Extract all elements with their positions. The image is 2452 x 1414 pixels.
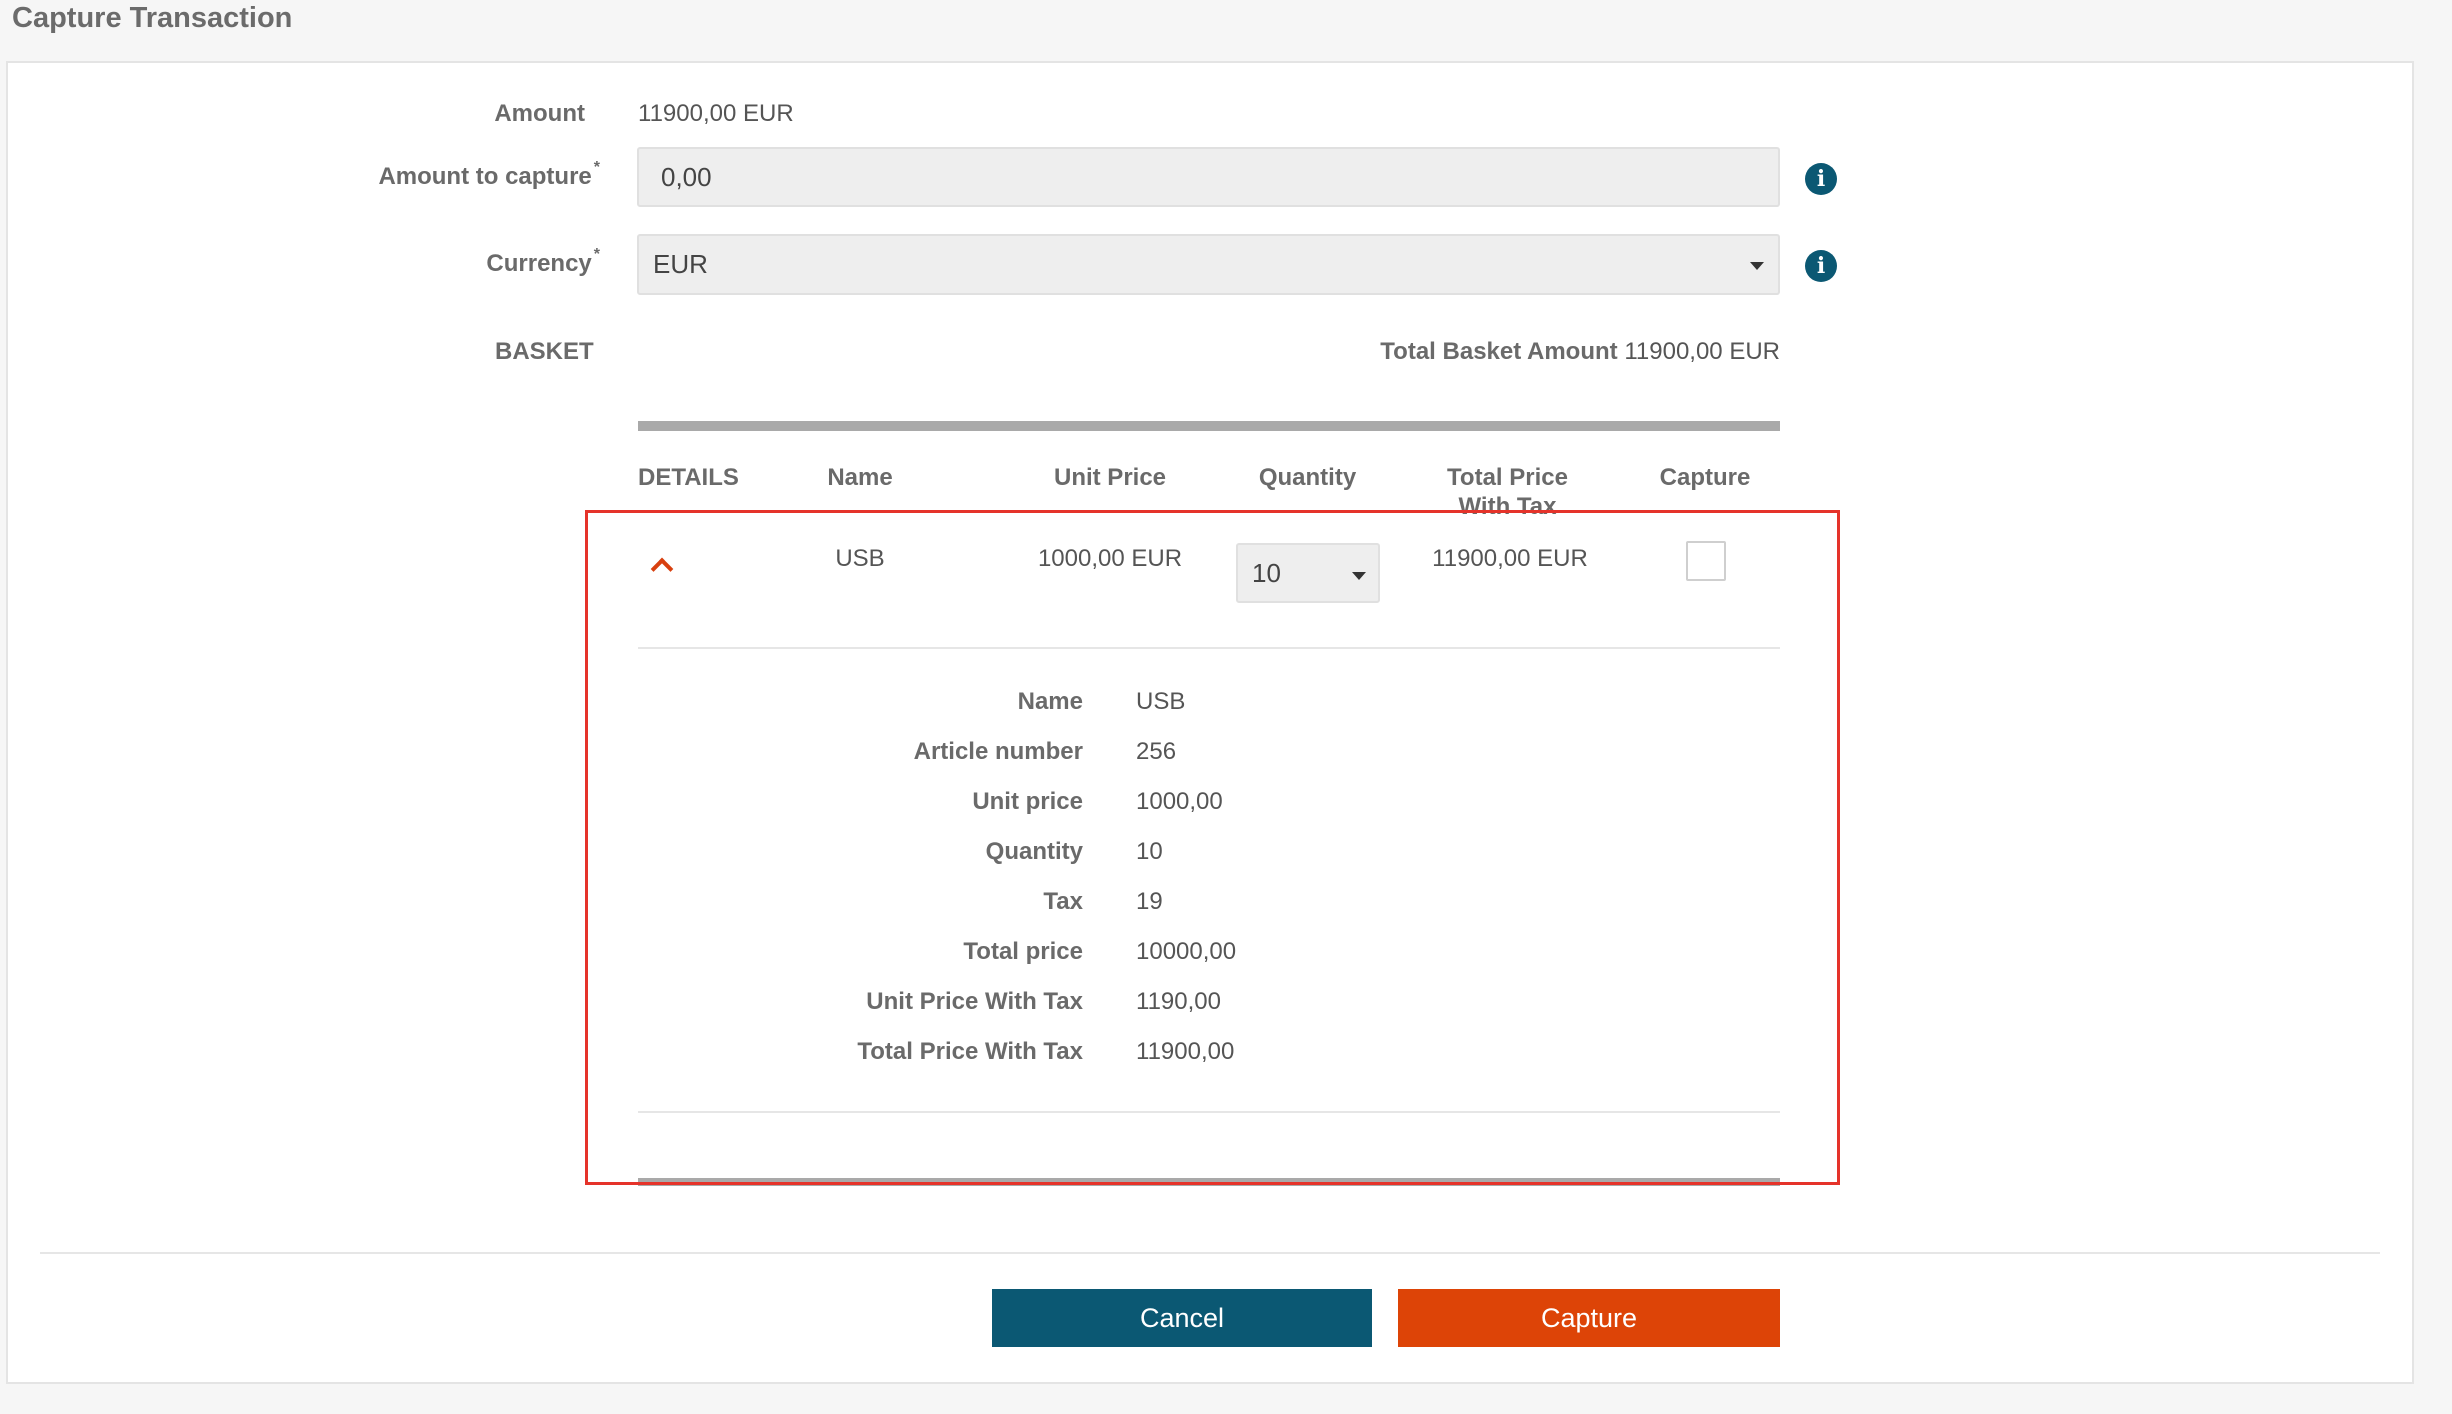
footer-divider	[40, 1252, 2380, 1254]
required-mark: *	[593, 246, 600, 263]
basket-label: BASKET	[495, 338, 594, 365]
capture-button[interactable]: Capture	[1398, 1289, 1780, 1347]
amount-to-capture-label: Amount to capture *	[378, 159, 600, 191]
column-header-quantity: Quantity	[1258, 464, 1357, 491]
total-basket-label: Total Basket Amount	[1380, 338, 1618, 365]
total-basket-amount: Total Basket Amount 11900,00 EUR	[1380, 338, 1780, 366]
currency-select-value: EUR	[653, 249, 708, 279]
amount-label: Amount	[494, 100, 585, 127]
highlight-annotation	[585, 510, 1840, 1185]
currency-label-text: Currency	[486, 250, 592, 277]
total-basket-value: 11900,00 EUR	[1624, 338, 1780, 365]
page-title: Capture Transaction	[12, 2, 293, 34]
column-header-name: Name	[827, 464, 893, 491]
column-header-details: DETAILS	[638, 464, 739, 491]
column-header-unit-price: Unit Price	[1053, 464, 1167, 491]
amount-to-capture-input-value: 0,00	[661, 161, 712, 192]
currency-label: Currency *	[486, 246, 600, 278]
amount-to-capture-label-text: Amount to capture	[378, 163, 592, 190]
info-icon-glyph: i	[1816, 253, 1826, 279]
column-header-capture: Capture	[1659, 464, 1751, 491]
info-icon[interactable]: i	[1805, 250, 1837, 282]
info-icon-glyph: i	[1816, 166, 1826, 192]
cancel-button[interactable]: Cancel	[992, 1289, 1372, 1347]
amount-to-capture-input[interactable]: 0,00	[637, 147, 1780, 207]
info-icon[interactable]: i	[1805, 163, 1837, 195]
caret-down-icon	[1750, 262, 1764, 270]
required-mark: *	[593, 159, 600, 176]
basket-top-rule	[638, 421, 1780, 431]
currency-select[interactable]: EUR	[637, 234, 1780, 295]
amount-value: 11900,00 EUR	[638, 100, 794, 127]
